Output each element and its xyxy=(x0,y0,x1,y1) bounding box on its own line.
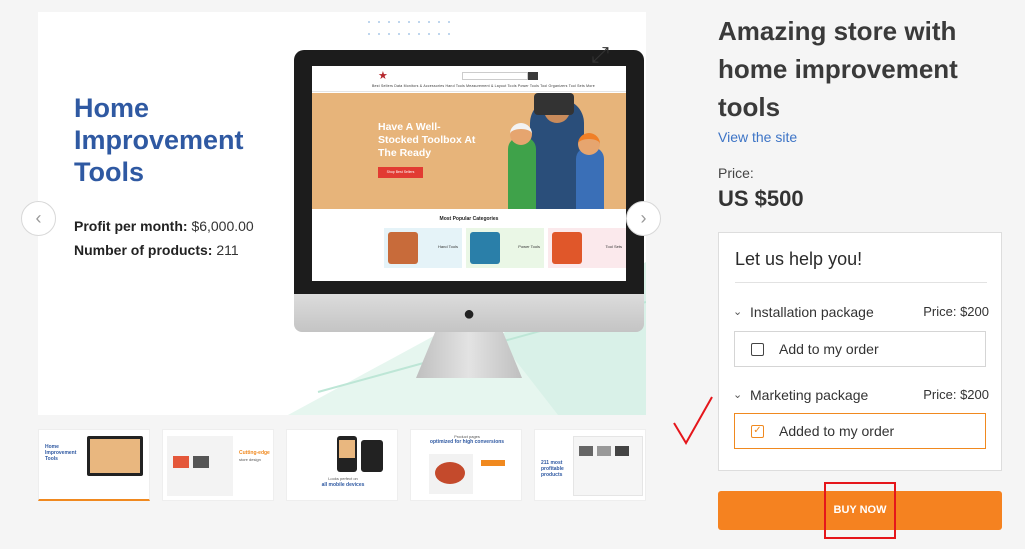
gallery-main-image: Home Improvement Tools Profit per month:… xyxy=(38,12,646,415)
gallery-prev-button[interactable]: ‹ xyxy=(21,201,56,236)
add-marketing-button[interactable]: ✓ Added to my order xyxy=(734,413,986,449)
fullscreen-icon[interactable]: ⤢ xyxy=(587,42,613,68)
package-name: Marketing package xyxy=(750,387,869,403)
store-category: Tool Sets xyxy=(548,228,626,268)
chevron-down-icon: ⌄ xyxy=(733,389,743,401)
package-price: Price: $200 xyxy=(923,304,989,319)
store-category: Hand Tools xyxy=(384,228,462,268)
help-title: Let us help you! xyxy=(735,249,863,269)
monitor-mockup: ★ Best Sellers Data Monitors & Accessori… xyxy=(294,50,644,384)
store-search-input xyxy=(462,72,528,80)
product-page: Home Improvement Tools Profit per month:… xyxy=(0,0,1025,549)
add-installation-button[interactable]: Add to my order xyxy=(734,331,986,367)
order-label: Added to my order xyxy=(779,423,895,439)
package-name: Installation package xyxy=(750,304,874,320)
products-stat: Number of products: 211 xyxy=(74,242,239,258)
divider xyxy=(735,282,987,283)
toolbox-image xyxy=(534,93,574,115)
price-value: US $500 xyxy=(718,186,804,211)
apple-logo-icon: ● xyxy=(462,303,476,325)
monitor-stand xyxy=(416,332,522,378)
help-panel: Let us help you! ⌄ Installation package … xyxy=(718,232,1002,471)
store-category: Power Tools xyxy=(466,228,544,268)
marketing-package-header[interactable]: ⌄ Marketing package Price: $200 xyxy=(733,386,989,406)
package-price: Price: $200 xyxy=(923,387,989,402)
thumbnail[interactable]: 211 most profitable products xyxy=(534,429,646,501)
thumbnail[interactable]: Looks perfect on all mobile devices xyxy=(286,429,398,501)
store-nav: Best Sellers Data Monitors & Accessories… xyxy=(372,84,595,88)
store-banner-button: Shop Best Sellers xyxy=(378,167,423,178)
annotation-checkmark-icon xyxy=(673,396,713,445)
chevron-down-icon: ⌄ xyxy=(733,306,743,318)
profit-stat: Profit per month: $6,000.00 xyxy=(74,218,254,234)
order-label: Add to my order xyxy=(779,341,879,357)
store-banner-text: Have A Well-Stocked Toolbox At The Ready xyxy=(378,121,476,159)
view-site-link[interactable]: View the site xyxy=(718,129,797,145)
gallery-next-button[interactable]: › xyxy=(626,201,661,236)
gallery-thumbnails: Home Improvement Tools Cutting-edge stor… xyxy=(38,429,646,501)
thumbnail[interactable]: Cutting-edge store design xyxy=(162,429,274,501)
annotation-highlight-box xyxy=(824,482,896,539)
hero-title: Home Improvement Tools xyxy=(74,93,244,187)
store-screenshot: ★ Best Sellers Data Monitors & Accessori… xyxy=(312,66,626,281)
store-logo-icon: ★ xyxy=(378,70,388,82)
price-label: Price: xyxy=(718,165,754,181)
installation-package-header[interactable]: ⌄ Installation package Price: $200 xyxy=(733,303,989,323)
product-title: Amazing store with home improvement tool… xyxy=(718,16,958,122)
marketing-checkbox[interactable]: ✓ xyxy=(751,425,764,438)
store-categories-title: Most Popular Categories xyxy=(439,216,499,222)
store-banner: Have A Well-Stocked Toolbox At The Ready… xyxy=(312,93,626,209)
thumbnail[interactable]: Home Improvement Tools xyxy=(38,429,150,501)
thumbnail[interactable]: Product pages optimized for high convers… xyxy=(410,429,522,501)
installation-checkbox[interactable] xyxy=(751,343,764,356)
